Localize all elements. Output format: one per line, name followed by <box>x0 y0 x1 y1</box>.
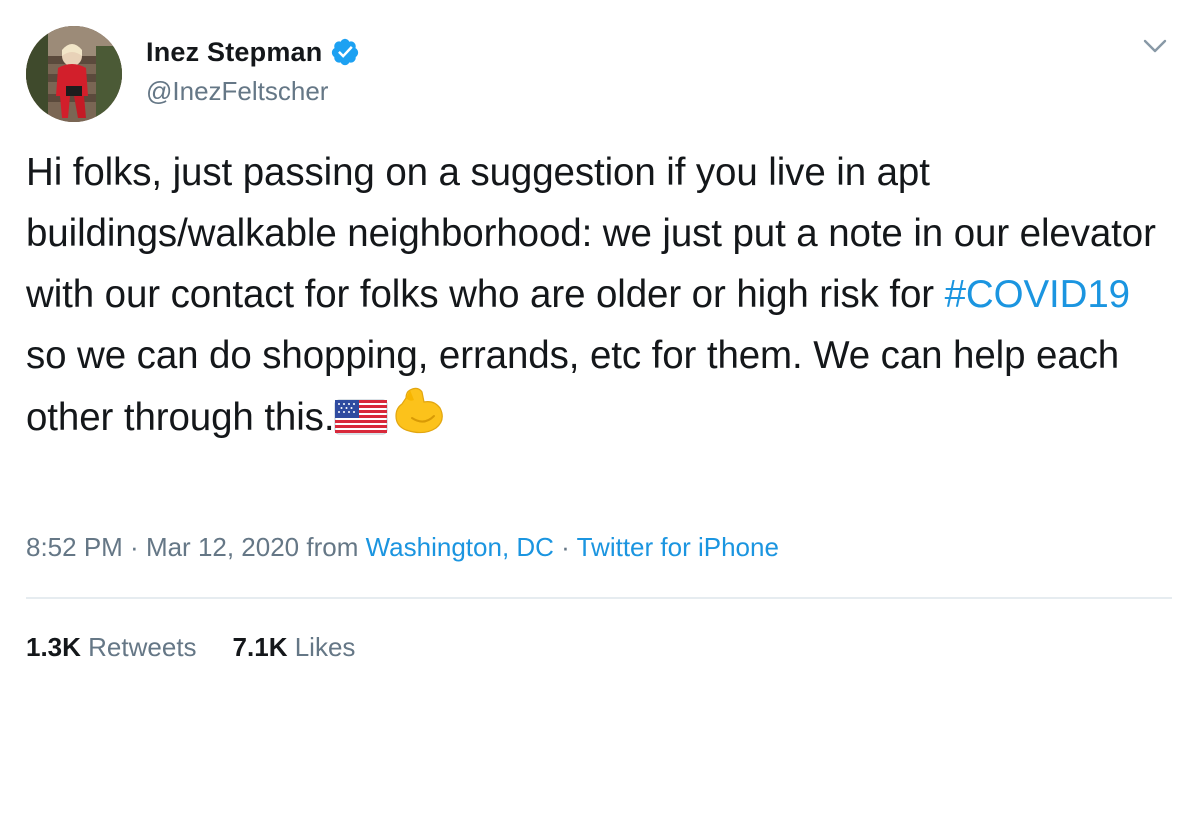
us-flag-icon <box>334 393 388 454</box>
chevron-down-icon[interactable] <box>1140 34 1170 58</box>
flexed-biceps-icon <box>388 386 446 454</box>
likes-label: Likes <box>294 632 356 662</box>
retweets-count: 1.3K <box>26 632 81 662</box>
meta-separator: · <box>122 532 146 562</box>
from-label: from <box>299 532 366 562</box>
meta-separator: · <box>553 532 577 562</box>
tweet-card: Inez Stepman @InezFeltscher Hi folks, ju… <box>0 0 1196 824</box>
user-name-row[interactable]: Inez Stepman <box>146 34 360 70</box>
hashtag-link[interactable]: #COVID19 <box>945 273 1130 316</box>
source-link[interactable]: Twitter for iPhone <box>577 532 779 562</box>
tweet-date[interactable]: Mar 12, 2020 <box>146 532 299 562</box>
profile-photo <box>26 26 122 122</box>
tweet-text-part: so we can do shopping, errands, etc for … <box>26 334 1120 439</box>
likes-count: 7.1K <box>232 632 288 662</box>
tweet-time[interactable]: 8:52 PM <box>26 532 123 562</box>
tweet-meta: 8:52 PM · Mar 12, 2020 from Washington, … <box>26 532 779 563</box>
display-name[interactable]: Inez Stepman <box>146 37 322 68</box>
retweets-label: Retweets <box>88 632 197 662</box>
divider <box>26 597 1172 599</box>
verified-badge-icon <box>330 37 360 67</box>
retweets-stat[interactable]: 1.3K Retweets <box>26 632 197 662</box>
user-handle[interactable]: @InezFeltscher <box>146 76 328 107</box>
avatar[interactable] <box>26 26 122 122</box>
location-link[interactable]: Washington, DC <box>366 532 554 562</box>
likes-stat[interactable]: 7.1K Likes <box>233 632 356 662</box>
tweet-text: Hi folks, just passing on a suggestion i… <box>26 142 1176 454</box>
tweet-stats: 1.3K Retweets 7.1K Likes <box>26 632 391 663</box>
